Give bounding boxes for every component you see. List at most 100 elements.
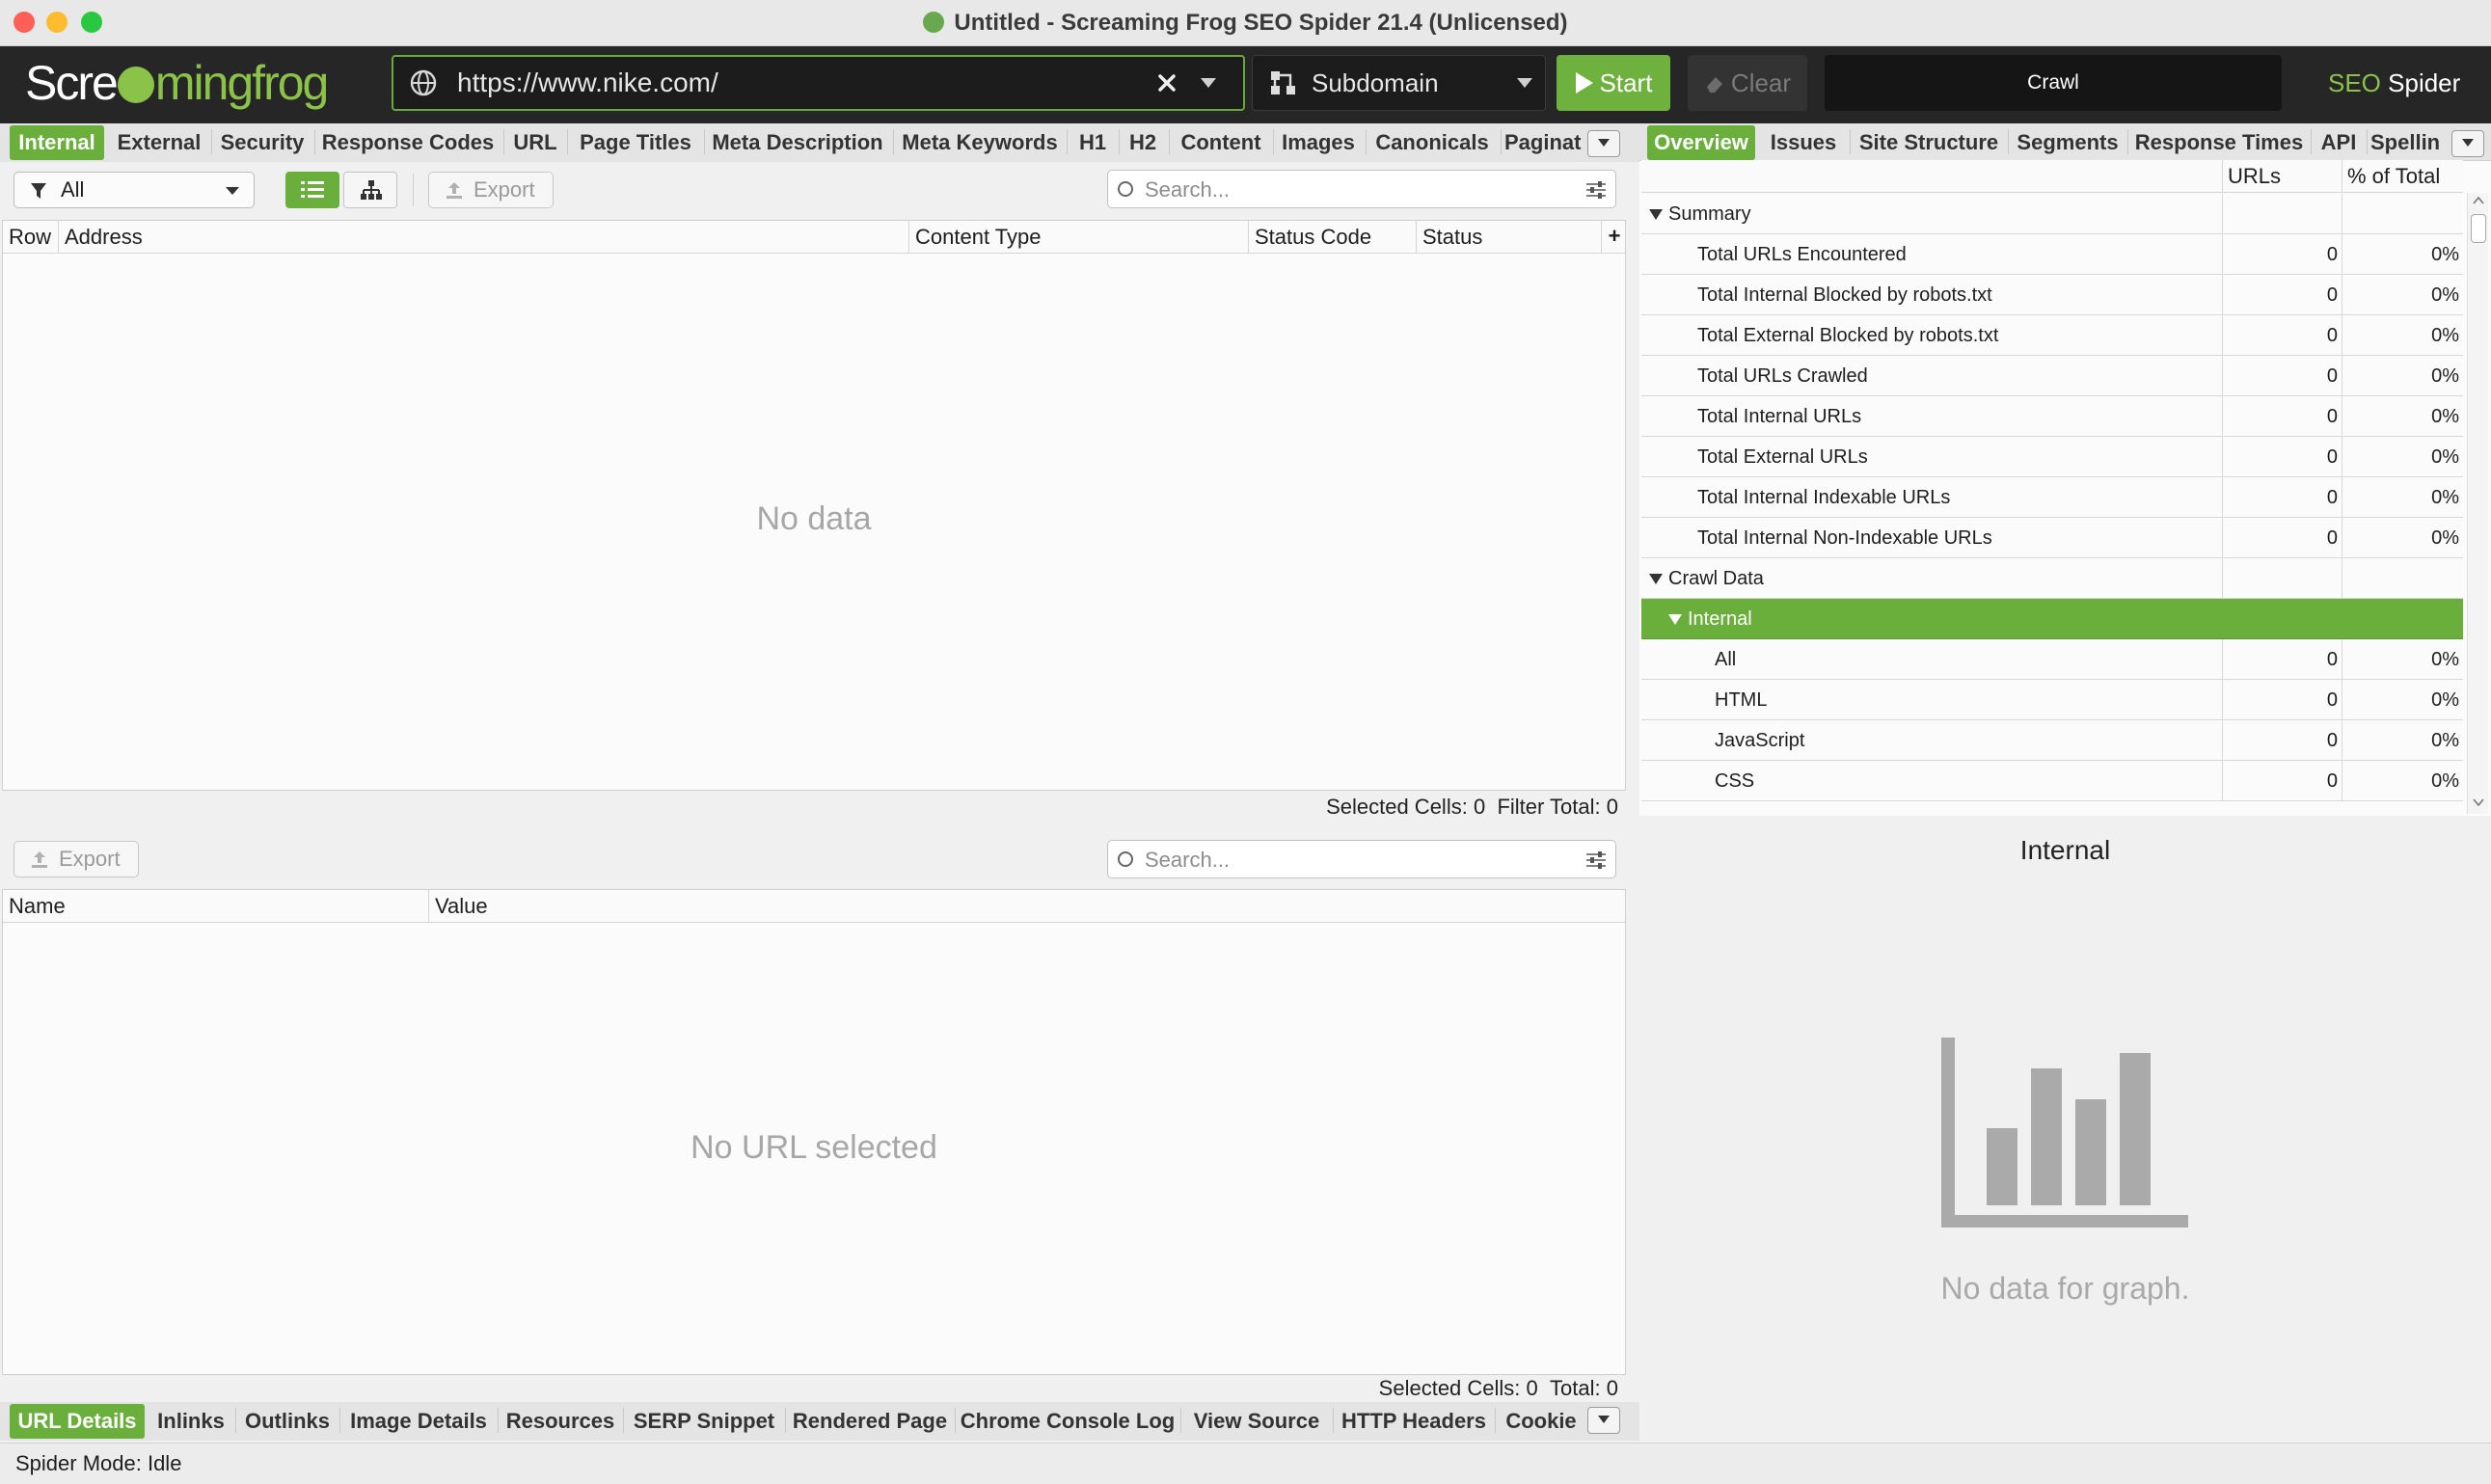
tab-meta-keywords[interactable]: Meta Keywords <box>897 125 1063 160</box>
percent-of-total: 0% <box>2431 527 2459 549</box>
scroll-down-icon[interactable] <box>2473 798 2484 806</box>
expand-toggle-icon[interactable] <box>1668 614 1682 625</box>
tree-group-summary[interactable]: Summary <box>1641 194 2463 234</box>
scroll-up-icon[interactable] <box>2473 197 2484 204</box>
detail-export-button[interactable]: Export <box>14 841 139 877</box>
tab-image-details[interactable]: Image Details <box>343 1404 494 1439</box>
tab-site-structure[interactable]: Site Structure <box>1854 125 2004 160</box>
more-tabs-dropdown[interactable] <box>1587 130 1620 157</box>
tab-content[interactable]: Content <box>1173 125 1269 160</box>
clear-url-icon[interactable] <box>1157 73 1177 93</box>
tab-url-details[interactable]: URL Details <box>10 1404 145 1439</box>
list-view-toggle[interactable] <box>285 172 339 208</box>
column-header-row[interactable]: Row <box>3 221 59 254</box>
tree-group-internal[interactable]: Internal <box>1641 599 2463 639</box>
main-table-status: Selected Cells: 0 Filter Total: 0 <box>1312 791 1618 823</box>
tree-row-label: Crawl Data <box>1668 568 1764 589</box>
detail-empty-message: No URL selected <box>690 1129 937 1166</box>
column-header-status[interactable]: Status <box>1417 221 1602 254</box>
detail-search-input[interactable]: Search... <box>1107 840 1616 878</box>
clear-button[interactable]: Clear <box>1688 55 1807 111</box>
tree-row-javascript[interactable]: JavaScript 0 0% <box>1641 720 2463 761</box>
column-header-urls[interactable]: URLs <box>2228 160 2281 193</box>
tab-serp-snippet[interactable]: SERP Snippet <box>627 1404 781 1439</box>
overview-scrollbar[interactable] <box>2467 193 2488 814</box>
tab-response-codes[interactable]: Response Codes <box>318 125 498 160</box>
add-column-icon[interactable]: + <box>1604 221 1625 254</box>
tab-url[interactable]: URL <box>507 125 563 160</box>
tab-cookies[interactable]: Cookie <box>1499 1404 1584 1439</box>
selected-cells-label: Selected Cells: <box>1326 795 1468 819</box>
expand-toggle-icon[interactable] <box>1649 574 1663 584</box>
tab-outlinks[interactable]: Outlinks <box>239 1404 336 1439</box>
column-divider <box>2222 680 2223 720</box>
tree-row-label: Total URLs Crawled <box>1697 365 1868 387</box>
tab-issues[interactable]: Issues <box>1761 125 1846 160</box>
tree-row-total-urls-encountered[interactable]: Total URLs Encountered 0 0% <box>1641 234 2463 275</box>
tab-inlinks[interactable]: Inlinks <box>150 1404 231 1439</box>
tab-spelling[interactable]: Spellin <box>2370 125 2448 160</box>
tree-row-total-internal-urls[interactable]: Total Internal URLs 0 0% <box>1641 396 2463 437</box>
search-input[interactable]: Search... <box>1107 170 1616 208</box>
tree-row-total-external-blocked-by-robots-txt[interactable]: Total External Blocked by robots.txt 0 0% <box>1641 315 2463 356</box>
tab-view-source[interactable]: View Source <box>1184 1404 1329 1439</box>
tree-row-total-urls-crawled[interactable]: Total URLs Crawled 0 0% <box>1641 356 2463 396</box>
tree-row-total-internal-non-indexable-urls[interactable]: Total Internal Non-Indexable URLs 0 0% <box>1641 518 2463 558</box>
search-options-icon[interactable] <box>1586 851 1606 869</box>
column-header-content-type[interactable]: Content Type <box>909 221 1249 254</box>
tab-resources[interactable]: Resources <box>501 1404 619 1439</box>
tab-meta-description[interactable]: Meta Description <box>708 125 887 160</box>
tab-h1[interactable]: H1 <box>1070 125 1115 160</box>
column-header-status-code[interactable]: Status Code <box>1249 221 1417 254</box>
url-count: 0 <box>2326 487 2338 508</box>
search-options-icon[interactable] <box>1586 181 1606 199</box>
tab-http-headers[interactable]: HTTP Headers <box>1337 1404 1491 1439</box>
start-button[interactable]: Start <box>1557 55 1670 111</box>
tab-page-titles[interactable]: Page Titles <box>571 125 700 160</box>
more-right-tabs-dropdown[interactable] <box>2451 130 2484 157</box>
tree-group-crawl-data[interactable]: Crawl Data <box>1641 558 2463 599</box>
tab-divider <box>1501 129 1502 154</box>
window-title: Untitled - Screaming Frog SEO Spider 21.… <box>0 0 2491 46</box>
column-divider <box>2222 194 2223 234</box>
url-count: 0 <box>2326 527 2338 549</box>
tab-images[interactable]: Images <box>1277 125 1360 160</box>
scroll-thumb[interactable] <box>2471 214 2486 243</box>
tree-view-toggle[interactable] <box>343 172 397 208</box>
tree-row-all[interactable]: All 0 0% <box>1641 639 2463 680</box>
search-icon <box>1118 851 1133 867</box>
tree-row-html[interactable]: HTML 0 0% <box>1641 680 2463 720</box>
tab-rendered-page[interactable]: Rendered Page <box>789 1404 951 1439</box>
tab-response-times[interactable]: Response Times <box>2131 125 2307 160</box>
tree-row-css[interactable]: CSS 0 0% <box>1641 761 2463 801</box>
tab-overview[interactable]: Overview <box>1647 125 1755 160</box>
tree-row-label: Total Internal URLs <box>1697 406 1862 427</box>
export-button[interactable]: Export <box>428 172 554 208</box>
tab-internal[interactable]: Internal <box>10 125 104 160</box>
tab-chrome-console-log[interactable]: Chrome Console Log <box>959 1404 1177 1439</box>
expand-toggle-icon[interactable] <box>1649 209 1663 220</box>
column-header-value[interactable]: Value <box>429 890 1625 923</box>
tab-pagination[interactable]: Paginat <box>1504 125 1584 160</box>
column-divider <box>2222 396 2223 437</box>
column-header-address[interactable]: Address <box>59 221 909 254</box>
right-tab-bar: Overview Issues Site Structure Segments … <box>1639 123 2491 162</box>
column-header-name[interactable]: Name <box>3 890 429 923</box>
tab-canonicals[interactable]: Canonicals <box>1369 125 1495 160</box>
chevron-down-icon <box>226 187 239 195</box>
tab-external[interactable]: External <box>110 125 208 160</box>
tree-row-total-external-urls[interactable]: Total External URLs 0 0% <box>1641 437 2463 477</box>
search-placeholder: Search... <box>1145 177 1231 202</box>
tab-segments[interactable]: Segments <box>2012 125 2124 160</box>
tree-row-total-internal-blocked-by-robots-txt[interactable]: Total Internal Blocked by robots.txt 0 0% <box>1641 275 2463 315</box>
column-divider <box>2222 437 2223 477</box>
tree-row-total-internal-indexable-urls[interactable]: Total Internal Indexable URLs 0 0% <box>1641 477 2463 518</box>
column-header-percent[interactable]: % of Total <box>2347 160 2440 193</box>
percent-of-total: 0% <box>2431 244 2459 265</box>
filter-select[interactable]: All <box>14 172 255 208</box>
tab-security[interactable]: Security <box>214 125 311 160</box>
tab-api[interactable]: API <box>2315 125 2363 160</box>
url-history-dropdown-icon[interactable] <box>1200 77 1217 89</box>
tab-h2[interactable]: H2 <box>1123 125 1163 160</box>
more-detail-tabs-dropdown[interactable] <box>1587 1407 1620 1434</box>
